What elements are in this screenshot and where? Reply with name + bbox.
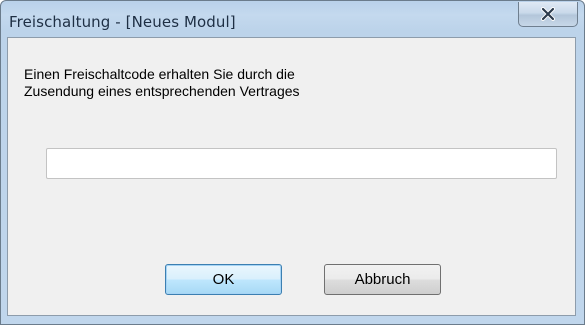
close-button[interactable] bbox=[518, 2, 578, 27]
ok-button[interactable]: OK bbox=[165, 264, 282, 295]
message-line-2: Zusendung eines entsprechenden Vertrages bbox=[24, 83, 300, 99]
cancel-button[interactable]: Abbruch bbox=[324, 264, 441, 295]
unlock-code-input[interactable] bbox=[46, 148, 557, 179]
message-line-1: Einen Freischaltcode erhalten Sie durch … bbox=[24, 66, 295, 82]
info-message: Einen Freischaltcode erhalten Sie durch … bbox=[24, 66, 504, 100]
window-title: Freischaltung - [Neues Modul] bbox=[9, 13, 236, 31]
close-icon bbox=[541, 7, 555, 21]
title-bar[interactable]: Freischaltung - [Neues Modul] bbox=[1, 1, 584, 38]
